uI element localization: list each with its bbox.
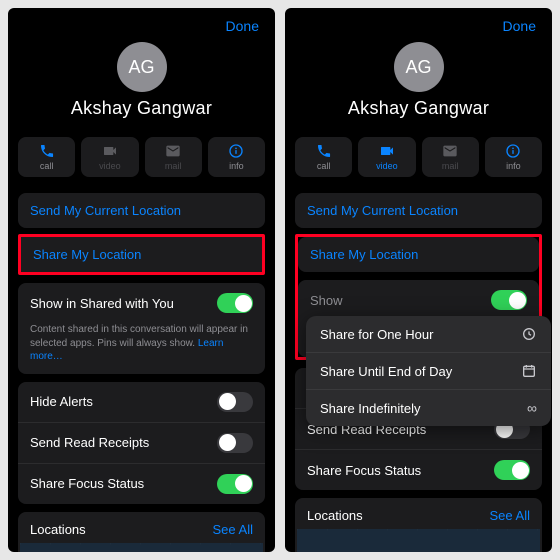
phone-icon [39, 143, 55, 159]
mail-button[interactable]: mail [422, 137, 479, 177]
call-button[interactable]: call [18, 137, 75, 177]
contact-name: Akshay Gangwar [295, 98, 542, 119]
mail-button[interactable]: mail [145, 137, 202, 177]
focus-status-toggle[interactable] [217, 474, 253, 494]
share-my-location[interactable]: Share My Location [298, 237, 539, 272]
send-current-location[interactable]: Send My Current Location [295, 193, 542, 228]
top-bar: Done [295, 14, 542, 42]
shared-with-you-section: Show in Shared with You Content shared i… [18, 283, 265, 374]
video-icon [379, 143, 395, 159]
info-icon [228, 143, 244, 159]
focus-status-label: Share Focus Status [30, 476, 144, 491]
video-label: video [376, 161, 398, 171]
locations-section: Locations See All [18, 512, 265, 553]
focus-status-toggle[interactable] [494, 460, 530, 480]
mail-label: mail [442, 161, 459, 171]
locations-section: Locations See All [295, 498, 542, 552]
avatar[interactable]: AG [117, 42, 167, 92]
hide-alerts-label: Hide Alerts [30, 394, 93, 409]
map-preview[interactable] [20, 543, 263, 553]
shared-desc: Content shared in this conversation will… [18, 323, 265, 374]
share-my-location[interactable]: Share My Location [21, 237, 262, 272]
show-in-shared-row[interactable]: Show in Shared with You [18, 283, 265, 323]
map-preview[interactable] [297, 529, 540, 552]
locations-title: Locations [307, 508, 363, 523]
share-indefinitely[interactable]: Share Indefinitely ∞ [306, 389, 551, 426]
send-current-location[interactable]: Send My Current Location [18, 193, 265, 228]
info-label: info [506, 161, 521, 171]
read-receipts-row[interactable]: Send Read Receipts [18, 422, 265, 463]
call-label: call [40, 161, 54, 171]
share-one-hour[interactable]: Share for One Hour [306, 316, 551, 352]
locations-header-row: Locations See All [18, 512, 265, 543]
share-duration-menu: Share for One Hour Share Until End of Da… [306, 316, 551, 426]
done-button[interactable]: Done [503, 18, 536, 34]
video-button[interactable]: video [81, 137, 138, 177]
done-button[interactable]: Done [226, 18, 259, 34]
mail-icon [442, 143, 458, 159]
mail-label: mail [165, 161, 182, 171]
show-in-shared-label: Show in Shared with You [30, 296, 174, 311]
info-icon [505, 143, 521, 159]
locations-header-row: Locations See All [295, 498, 542, 529]
phone-icon [316, 143, 332, 159]
show-in-shared-label: Show [310, 293, 343, 308]
share-end-of-day[interactable]: Share Until End of Day [306, 352, 551, 389]
see-all-link[interactable]: See All [213, 522, 253, 537]
action-row: call video mail info [295, 137, 542, 177]
read-receipts-label: Send Read Receipts [30, 435, 149, 450]
focus-status-row[interactable]: Share Focus Status [18, 463, 265, 504]
show-in-shared-toggle[interactable] [491, 290, 527, 310]
info-button[interactable]: info [208, 137, 265, 177]
mail-icon [165, 143, 181, 159]
action-row: call video mail info [18, 137, 265, 177]
alerts-section: Hide Alerts Send Read Receipts Share Foc… [18, 382, 265, 504]
location-section: Send My Current Location [18, 193, 265, 228]
info-button[interactable]: info [485, 137, 542, 177]
see-all-link[interactable]: See All [490, 508, 530, 523]
share-location-highlight: Share My Location [18, 234, 265, 275]
calendar-icon [521, 363, 537, 379]
read-receipts-toggle[interactable] [217, 433, 253, 453]
avatar[interactable]: AG [394, 42, 444, 92]
video-icon [102, 143, 118, 159]
share-location-highlight: Share My Location Show Contenselecte Sha… [295, 234, 542, 360]
show-in-shared-row[interactable]: Show [298, 280, 539, 320]
screenshot-right: Done AG Akshay Gangwar call video mail [285, 8, 552, 552]
info-label: info [229, 161, 244, 171]
hide-alerts-row[interactable]: Hide Alerts [18, 382, 265, 422]
call-button[interactable]: call [295, 137, 352, 177]
focus-status-label: Share Focus Status [307, 463, 421, 478]
location-section: Send My Current Location [295, 193, 542, 228]
video-label: video [99, 161, 121, 171]
hide-alerts-toggle[interactable] [217, 392, 253, 412]
screenshot-left: Done AG Akshay Gangwar call video mail [8, 8, 275, 552]
show-in-shared-toggle[interactable] [217, 293, 253, 313]
infinity-icon: ∞ [527, 400, 537, 416]
video-button[interactable]: video [358, 137, 415, 177]
call-label: call [317, 161, 331, 171]
contact-header: AG Akshay Gangwar [295, 42, 542, 119]
top-bar: Done [18, 14, 265, 42]
locations-title: Locations [30, 522, 86, 537]
contact-name: Akshay Gangwar [18, 98, 265, 119]
clock-icon [521, 326, 537, 342]
focus-status-row[interactable]: Share Focus Status [295, 449, 542, 490]
contact-header: AG Akshay Gangwar [18, 42, 265, 119]
